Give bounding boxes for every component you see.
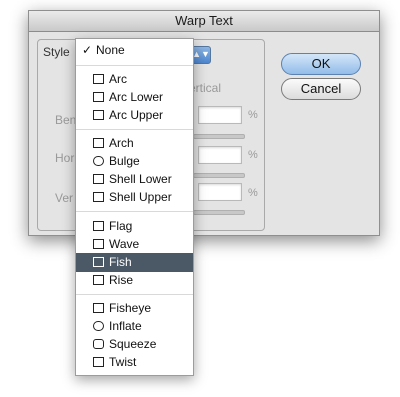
- bend-label: Ben: [55, 113, 77, 127]
- vertical-field[interactable]: [198, 183, 242, 201]
- menu-item-arc[interactable]: Arc: [76, 70, 193, 89]
- rise-icon: [93, 275, 104, 285]
- dialog-title: Warp Text: [29, 11, 379, 32]
- menu-item-none[interactable]: ✓ None: [76, 41, 193, 60]
- menu-item-label: Shell Upper: [109, 190, 172, 204]
- fisheye-icon: [93, 303, 104, 313]
- menu-item-label: Arc Lower: [109, 90, 164, 104]
- menu-separator: [76, 211, 193, 212]
- menu-item-arc-lower[interactable]: Arc Lower: [76, 88, 193, 107]
- menu-item-squeeze[interactable]: Squeeze: [76, 335, 193, 354]
- menu-item-rise[interactable]: Rise: [76, 271, 193, 290]
- menu-item-arc-upper[interactable]: Arc Upper: [76, 106, 193, 125]
- squeeze-icon: [93, 339, 104, 349]
- checkmark-icon: ✓: [82, 43, 93, 57]
- menu-item-shell-lower[interactable]: Shell Lower: [76, 170, 193, 189]
- menu-item-label: None: [96, 43, 125, 57]
- menu-item-label: Arch: [109, 136, 134, 150]
- menu-item-label: Fish: [109, 255, 132, 269]
- menu-item-fisheye[interactable]: Fisheye: [76, 299, 193, 318]
- style-popup-arrows[interactable]: ▲▼: [191, 46, 211, 64]
- vertical-percent: %: [248, 187, 258, 199]
- menu-item-label: Fisheye: [109, 301, 152, 315]
- shell-lower-icon: [93, 174, 104, 184]
- menu-separator: [76, 129, 193, 130]
- menu-separator: [76, 65, 193, 66]
- ok-button[interactable]: OK: [281, 53, 361, 75]
- vertical-distortion-label: Ver: [55, 191, 74, 205]
- bend-slider[interactable]: [193, 134, 245, 139]
- menu-item-shell-upper[interactable]: Shell Upper: [76, 188, 193, 207]
- menu-item-bulge[interactable]: Bulge: [76, 152, 193, 171]
- menu-item-label: Wave: [109, 237, 140, 251]
- menu-separator: [76, 294, 193, 295]
- arc-lower-icon: [93, 92, 104, 102]
- arc-icon: [93, 74, 104, 84]
- flag-icon: [93, 221, 104, 231]
- wave-icon: [93, 239, 104, 249]
- cancel-button[interactable]: Cancel: [281, 78, 361, 100]
- vertical-slider[interactable]: [193, 210, 245, 215]
- menu-item-fish[interactable]: Fish: [76, 253, 193, 272]
- menu-item-label: Twist: [109, 355, 137, 369]
- twist-icon: [93, 357, 104, 367]
- bend-percent: %: [248, 109, 258, 121]
- menu-item-label: Inflate: [109, 319, 142, 333]
- style-label: Style: [43, 45, 70, 59]
- menu-item-label: Bulge: [109, 154, 140, 168]
- menu-item-label: Arc: [109, 72, 127, 86]
- menu-item-label: Squeeze: [109, 337, 157, 351]
- menu-item-label: Shell Lower: [109, 172, 172, 186]
- menu-item-wave[interactable]: Wave: [76, 235, 193, 254]
- style-dropdown-menu: ✓ None Arc Arc Lower Arc Upper Arch Bulg…: [75, 38, 194, 376]
- menu-item-label: Arc Upper: [109, 108, 164, 122]
- bend-field[interactable]: [198, 106, 242, 124]
- fish-icon: [93, 257, 104, 267]
- shell-upper-icon: [93, 192, 104, 202]
- horizontal-field[interactable]: [198, 146, 242, 164]
- horizontal-slider[interactable]: [193, 173, 245, 178]
- horizontal-percent: %: [248, 149, 258, 161]
- inflate-icon: [93, 321, 104, 331]
- menu-item-label: Rise: [109, 273, 134, 287]
- menu-item-inflate[interactable]: Inflate: [76, 317, 193, 336]
- arc-upper-icon: [93, 110, 104, 120]
- menu-item-label: Flag: [109, 219, 133, 233]
- menu-item-flag[interactable]: Flag: [76, 217, 193, 236]
- horizontal-distortion-label: Hor: [55, 151, 75, 165]
- menu-item-twist[interactable]: Twist: [76, 353, 193, 372]
- bulge-icon: [93, 156, 104, 166]
- menu-item-arch[interactable]: Arch: [76, 134, 193, 153]
- arch-icon: [93, 138, 104, 148]
